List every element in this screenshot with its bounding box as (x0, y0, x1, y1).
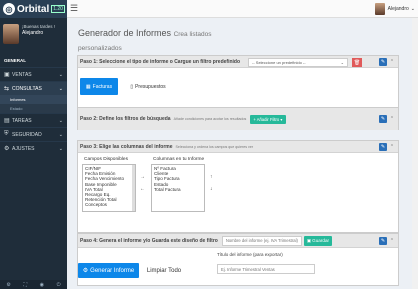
sidebar-subitem-estado[interactable]: Estado (0, 104, 67, 113)
chevron-down-icon: ⌄ (58, 85, 63, 92)
sidebar-item-ajustes[interactable]: ⚙ AJUSTES ⌄ (0, 141, 67, 155)
step1-panel: Paso 1: Seleccione el tipo de informe o … (77, 55, 399, 111)
chevron-down-icon: ⌄ (340, 60, 344, 65)
chevron-down-icon: ⌄ (58, 117, 63, 124)
user-menu-name: Alejandro (387, 5, 409, 12)
clear-all-button[interactable]: Limpiar Todo (144, 263, 184, 278)
gear-icon: ⚙ (4, 146, 10, 152)
sidebar-item-tareas[interactable]: ▤ TAREAS ⌄ (0, 113, 67, 127)
settings-icon[interactable]: ⚙ (6, 282, 10, 288)
section-header: GENERAL (4, 58, 27, 63)
step4-panel: Paso 4: Genera el informe y/o Guarda est… (77, 233, 399, 286)
sidebar-item-label: CONSULTAS (12, 85, 42, 92)
step1-title: Paso 1: Seleccione el tipo de informe o … (80, 58, 241, 65)
edit-icon[interactable]: ✎ (379, 115, 387, 123)
list-item[interactable]: Conceptos (85, 202, 133, 207)
chevron-up-icon[interactable]: ⌃ (388, 144, 396, 150)
hamburger-menu-icon[interactable]: ☰ (70, 3, 78, 14)
edit-icon[interactable]: ✎ (379, 236, 387, 245)
step2-title: Paso 2: Define los filtros de búsqueda (80, 116, 171, 122)
available-fields-label: Campos Disponibles (84, 157, 128, 162)
delete-icon[interactable]: 🗑 (352, 58, 362, 67)
chevron-down-icon: ⌄ (58, 131, 63, 138)
tab-presupuestos[interactable]: ▯ Presupuestos (123, 78, 173, 95)
page-scrollbar[interactable] (412, 18, 418, 289)
chevron-down-icon: ⌄ (410, 5, 415, 12)
user-panel: ¡Buenas tardes ! Alejandro (0, 18, 67, 52)
sidebar-item-seguridad[interactable]: ⛨ SEGURIDAD ⌄ (0, 127, 67, 141)
chevron-up-icon[interactable]: ⌃ (388, 238, 396, 244)
user-name: Alejandro (22, 30, 44, 36)
move-up-icon[interactable]: ↑ (210, 174, 213, 180)
step2-hint: Añade condiciones para acotar los result… (173, 117, 247, 121)
report-name-input[interactable] (221, 235, 302, 246)
brand[interactable]: ◎ Orbital 1.20 (0, 0, 67, 18)
generate-report-label: Generar Informe (90, 267, 135, 274)
step3-title: Paso 3: Elige las columnas del informe (80, 143, 173, 150)
scrollbar[interactable] (132, 165, 135, 211)
topbar: ☰ Alejandro ⌄ (67, 0, 418, 18)
user-menu[interactable]: Alejandro ⌄ (374, 2, 415, 15)
tab-facturas-label: Facturas (92, 83, 113, 90)
lock-icon[interactable]: ◉ (40, 282, 44, 288)
sidebar-item-label: AJUSTES (12, 145, 35, 152)
brand-version: 1.20 (51, 5, 65, 13)
step4-title: Paso 4: Genera el informe y/o Guarda est… (80, 237, 218, 244)
predefined-select-value: -- Seleccione un predefinido -- (252, 60, 306, 65)
document-icon: ▯ (130, 83, 134, 90)
avatar (374, 2, 385, 15)
sidebar-footer: ⚙ ⛶ ◉ ⏻ (0, 280, 67, 289)
report-columns-list[interactable]: Nº Factura Cliente Tipo Factura Estado T… (151, 164, 205, 212)
step3-panel: Paso 3: Elige las columnas del informe S… (77, 140, 399, 233)
consultas-icon: ⇆ (4, 86, 10, 92)
chevron-up-icon[interactable]: ⌃ (388, 116, 396, 122)
step3-hint: Selecciona y ordena los campos que quier… (175, 144, 254, 149)
ventas-icon: ▣ (4, 72, 10, 78)
chevron-down-icon: ⌄ (58, 145, 63, 152)
list-item[interactable]: Total Factura (154, 187, 202, 192)
main-content: Generador de Informes Crea listados pers… (67, 18, 418, 289)
save-icon: ▣ (306, 237, 312, 243)
move-right-icon[interactable]: → (140, 174, 145, 180)
table-icon: ▦ (85, 83, 91, 90)
save-button[interactable]: ▣ Guardar (303, 235, 333, 246)
avatar (3, 24, 19, 44)
page-title-text: Generador de Informes (78, 28, 172, 38)
tareas-icon: ▤ (4, 118, 10, 124)
available-fields-list[interactable]: CIF/NIF Fecha Emisión Fecha Vencimiento … (82, 164, 136, 212)
report-columns-label: Columnas en tu Informe (153, 157, 205, 162)
chevron-up-icon[interactable]: ⌃ (388, 59, 396, 65)
sidebar-item-label: TAREAS (12, 117, 32, 124)
save-button-label: Guardar (312, 238, 330, 243)
export-title-label: Título del informe (para exportar) (217, 252, 283, 257)
predefined-select[interactable]: -- Seleccione un predefinido -- ⌄ (248, 58, 348, 67)
power-icon[interactable]: ⏻ (57, 282, 61, 288)
generate-report-button[interactable]: ⚙ Generar Informe (78, 263, 139, 278)
gear-icon: ⚙ (82, 268, 89, 274)
edit-icon[interactable]: ✎ (379, 142, 387, 151)
move-down-icon[interactable]: ↓ (210, 186, 213, 192)
edit-icon[interactable]: ✎ (379, 57, 387, 66)
sidebar: ◎ Orbital 1.20 ¡Buenas tardes ! Alejandr… (0, 0, 67, 289)
sidebar-item-consultas[interactable]: ⇆ CONSULTAS ⌄ (0, 81, 67, 95)
sidebar-item-ventas[interactable]: ▣ VENTAS ⌄ (0, 67, 67, 81)
tab-facturas[interactable]: ▦ Facturas (80, 78, 118, 95)
brand-name: Orbital (17, 3, 50, 15)
chevron-down-icon: ⌄ (58, 71, 63, 78)
fullscreen-icon[interactable]: ⛶ (23, 282, 27, 288)
add-filter-button[interactable]: + Añadir Filtro ▾ (250, 114, 286, 124)
logo-icon: ◎ (3, 3, 15, 15)
step2-panel: Paso 2: Define los filtros de búsqueda A… (77, 107, 399, 130)
page-title: Generador de Informes Crea listados pers… (78, 27, 228, 55)
move-left-icon[interactable]: ← (140, 186, 145, 192)
sidebar-item-label: VENTAS (12, 71, 32, 78)
sidebar-item-label: SEGURIDAD (12, 131, 42, 138)
shield-icon: ⛨ (4, 131, 9, 137)
export-title-input[interactable] (217, 264, 315, 274)
tab-presupuestos-label: Presupuestos (135, 83, 166, 90)
sidebar-subitem-informes[interactable]: Informes (0, 95, 67, 104)
